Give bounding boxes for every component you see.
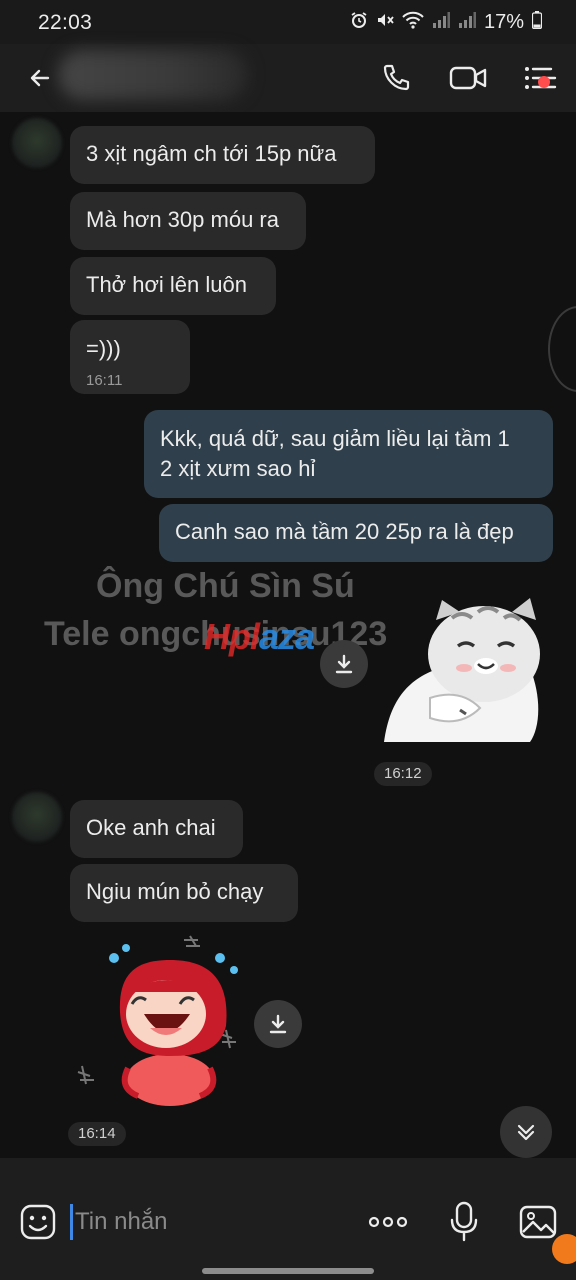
video-call-button[interactable] (448, 58, 488, 98)
gallery-button[interactable] (518, 1202, 558, 1242)
status-icons: 17% (350, 11, 543, 34)
avatar[interactable] (12, 792, 62, 842)
message-bubble-incoming[interactable]: =))) 16:11 (70, 320, 190, 394)
message-timestamp: 16:14 (68, 1122, 126, 1146)
message-input[interactable]: Tin nhắn (70, 1204, 350, 1240)
back-button[interactable] (22, 60, 58, 96)
emoji-button[interactable] (18, 1202, 58, 1242)
signal-icon (432, 12, 450, 33)
message-bubble-incoming[interactable]: Ngiu mún bỏ chạy (70, 864, 298, 922)
back-arrow-icon (30, 69, 50, 87)
message-timestamp: 16:12 (374, 762, 432, 786)
watermark-logo: Hplaza (204, 616, 315, 657)
download-button[interactable] (320, 640, 368, 688)
message-bubble-incoming[interactable]: Oke anh chai (70, 800, 243, 858)
double-chevron-down-icon (517, 1124, 535, 1141)
microphone-icon (450, 1201, 478, 1242)
download-icon (335, 654, 353, 674)
message-list[interactable]: 3 xịt ngâm ch tới 15p nữa Mà hơn 30p móu… (0, 112, 576, 1158)
message-bubble-outgoing[interactable]: Kkk, quá dữ, sau giảm liều lại tầm 1 2 x… (144, 410, 553, 498)
download-icon (269, 1014, 287, 1034)
emoji-icon (20, 1204, 56, 1240)
chat-header (0, 44, 576, 112)
message-bubble-incoming[interactable]: Thở hơi lên luôn (70, 257, 276, 315)
message-timestamp: 16:11 (86, 372, 123, 389)
battery-percent: 17% (483, 11, 524, 33)
avatar[interactable] (12, 118, 62, 168)
cat-sticker[interactable] (380, 598, 544, 742)
voice-call-button[interactable] (376, 58, 416, 98)
menu-button[interactable] (520, 58, 560, 98)
home-indicator[interactable] (202, 1268, 374, 1274)
video-camera-icon (449, 66, 487, 90)
contact-name-blurred[interactable] (58, 50, 248, 100)
side-panel-handle[interactable] (548, 306, 576, 392)
notification-dot (538, 76, 550, 88)
message-bubble-outgoing[interactable]: Canh sao mà tầm 20 25p ra là đẹp (159, 504, 553, 562)
more-dots-icon (368, 1216, 408, 1228)
message-composer: Tin nhắn (0, 1158, 576, 1280)
status-bar: 22:03 17% (0, 0, 576, 44)
watermark-line-1: Ông Chú Sìn Sú (96, 567, 355, 605)
scroll-to-bottom-button[interactable] (500, 1106, 552, 1158)
mute-icon (376, 11, 394, 34)
wifi-icon (402, 11, 424, 34)
signal-icon-2 (458, 12, 476, 33)
floating-badge[interactable] (552, 1234, 576, 1264)
image-icon (519, 1205, 557, 1239)
download-button[interactable] (254, 1000, 302, 1048)
crying-girl-sticker[interactable] (70, 930, 250, 1110)
status-time: 22:03 (38, 11, 93, 34)
voice-record-button[interactable] (444, 1200, 484, 1244)
more-options-button[interactable] (366, 1206, 410, 1238)
battery-icon (531, 11, 543, 34)
message-bubble-incoming[interactable]: Mà hơn 30p móu ra (70, 192, 306, 250)
alarm-icon (350, 11, 368, 34)
phone-icon (383, 64, 410, 91)
message-bubble-incoming[interactable]: 3 xịt ngâm ch tới 15p nữa (70, 126, 375, 184)
